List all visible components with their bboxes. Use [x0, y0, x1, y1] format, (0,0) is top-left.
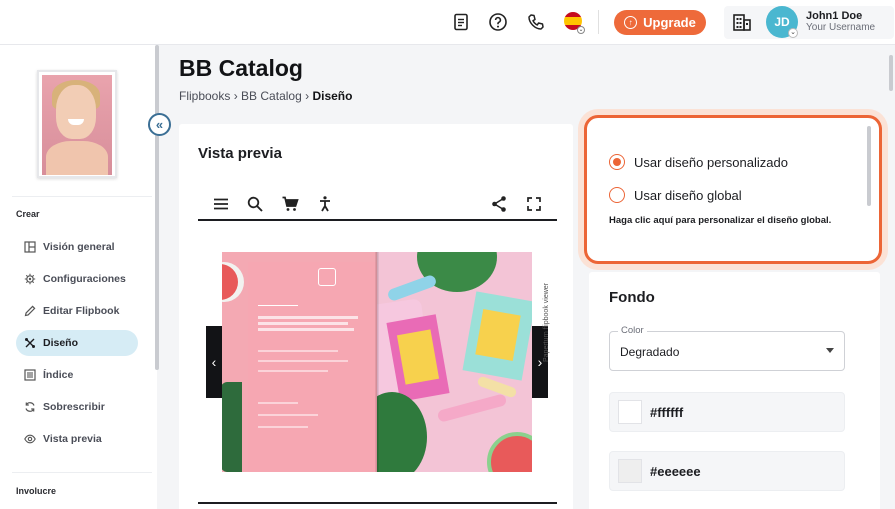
viewer-toolbar [198, 188, 557, 221]
option-global-label: Usar diseño global [634, 187, 742, 203]
user-username: Your Username [806, 22, 876, 33]
flipbook-page-left [222, 252, 377, 472]
breadcrumb: Flipbooks › BB Catalog › Diseño [179, 89, 352, 103]
prev-page-button[interactable]: ‹ [206, 326, 222, 398]
document-icon[interactable] [450, 11, 472, 33]
top-bar: ⌄ ↑ Upgrade JD ⌄ John1 Doe Your Username [0, 0, 895, 45]
sidebar-item-overwrite[interactable]: Sobrescribir [16, 394, 138, 420]
search-icon[interactable] [246, 195, 264, 213]
chevron-down-icon: ⌄ [577, 26, 585, 34]
sidebar-item-index[interactable]: Índice [16, 362, 138, 388]
breadcrumb-separator: › [233, 89, 242, 103]
upgrade-button[interactable]: ↑ Upgrade [614, 10, 706, 35]
preview-title: Vista previa [198, 145, 282, 162]
layout-icon [24, 241, 36, 253]
refresh-icon [25, 402, 35, 412]
design-mode-card: Usar diseño personalizado Usar diseño gl… [584, 115, 882, 264]
preview-card: Vista previa ‹ › Paperturn flipbook view… [179, 124, 573, 509]
sidebar-item-label: Editar Flipbook [43, 305, 120, 317]
menu-icon[interactable] [212, 195, 230, 213]
breadcrumb-catalog[interactable]: BB Catalog [241, 89, 302, 103]
section-create-label: Crear [16, 209, 40, 219]
sidebar-item-label: Sobrescribir [43, 401, 105, 413]
main-scrollbar[interactable] [889, 55, 893, 91]
color-swatch[interactable] [618, 400, 642, 424]
color-field-1[interactable]: #ffffff [609, 392, 845, 432]
divider [598, 10, 599, 34]
upgrade-label: Upgrade [643, 15, 696, 30]
gear-icon [24, 273, 36, 285]
share-icon[interactable] [490, 195, 508, 213]
pencil-icon [24, 305, 36, 317]
building-icon[interactable] [733, 13, 751, 36]
eye-icon [24, 434, 36, 444]
sidebar-item-preview[interactable]: Vista previa [16, 426, 138, 452]
color-hex-value[interactable]: #ffffff [650, 405, 683, 420]
sidebar-item-label: Índice [43, 369, 74, 381]
background-card: Fondo Color Degradado #ffffff #eeeeee [589, 272, 880, 509]
color-swatch[interactable] [618, 459, 642, 483]
divider [12, 472, 152, 473]
color-field-2[interactable]: #eeeeee [609, 451, 845, 491]
sidebar-item-label: Vista previa [43, 433, 102, 445]
color-select-label: Color [618, 325, 647, 336]
cart-icon[interactable] [281, 195, 299, 213]
page-title: BB Catalog [179, 55, 303, 81]
list-icon [24, 369, 36, 381]
flipbook-page-right [377, 252, 532, 472]
section-involve-label: Involucre [16, 486, 57, 496]
sidebar-item-label: Diseño [43, 337, 79, 349]
sidebar-scrollbar[interactable] [155, 45, 159, 370]
design-icon [25, 338, 35, 348]
divider [12, 196, 152, 197]
chevron-down-icon: ⌄ [788, 28, 798, 38]
sidebar-item-label: Visión general [43, 241, 115, 253]
breadcrumb-current: Diseño [312, 89, 353, 103]
breadcrumb-flipbooks[interactable]: Flipbooks [179, 89, 230, 103]
sidebar-item-design[interactable]: Diseño [16, 330, 138, 356]
help-icon[interactable] [487, 11, 509, 33]
sidebar-item-label: Configuraciones [43, 273, 126, 285]
sidebar-item-settings[interactable]: Configuraciones [16, 266, 138, 292]
background-title: Fondo [609, 289, 655, 306]
viewer-watermark: Paperturn flipbook viewer [543, 283, 550, 362]
radio-button[interactable] [609, 187, 625, 203]
option-custom-design[interactable]: Usar diseño personalizado [609, 154, 788, 170]
option-custom-label: Usar diseño personalizado [634, 154, 788, 170]
arrow-up-icon: ↑ [624, 16, 638, 29]
color-type-select[interactable]: Color Degradado [609, 325, 845, 371]
collapse-sidebar-button[interactable]: « [148, 113, 171, 136]
flipbook-thumbnail [37, 70, 117, 178]
color-select-value: Degradado [620, 345, 680, 359]
viewer-bottom-line [198, 502, 557, 504]
option-global-design[interactable]: Usar diseño global [609, 187, 742, 203]
sidebar-item-overview[interactable]: Visión general [16, 234, 138, 260]
user-name: John1 Doe [806, 10, 863, 22]
book-spine [375, 252, 379, 472]
caret-down-icon [826, 348, 834, 353]
phone-icon[interactable] [525, 11, 547, 33]
fullscreen-icon[interactable] [525, 195, 543, 213]
sidebar-item-edit-flipbook[interactable]: Editar Flipbook [16, 298, 138, 324]
radio-button-selected[interactable] [609, 154, 625, 170]
accessibility-icon[interactable] [316, 195, 334, 213]
customize-global-link[interactable]: Haga clic aquí para personalizar el dise… [609, 215, 831, 226]
flipbook-viewer[interactable]: ‹ › Paperturn flipbook viewer [198, 242, 557, 504]
color-hex-value[interactable]: #eeeeee [650, 464, 701, 479]
design-card-scrollbar[interactable] [867, 126, 871, 206]
